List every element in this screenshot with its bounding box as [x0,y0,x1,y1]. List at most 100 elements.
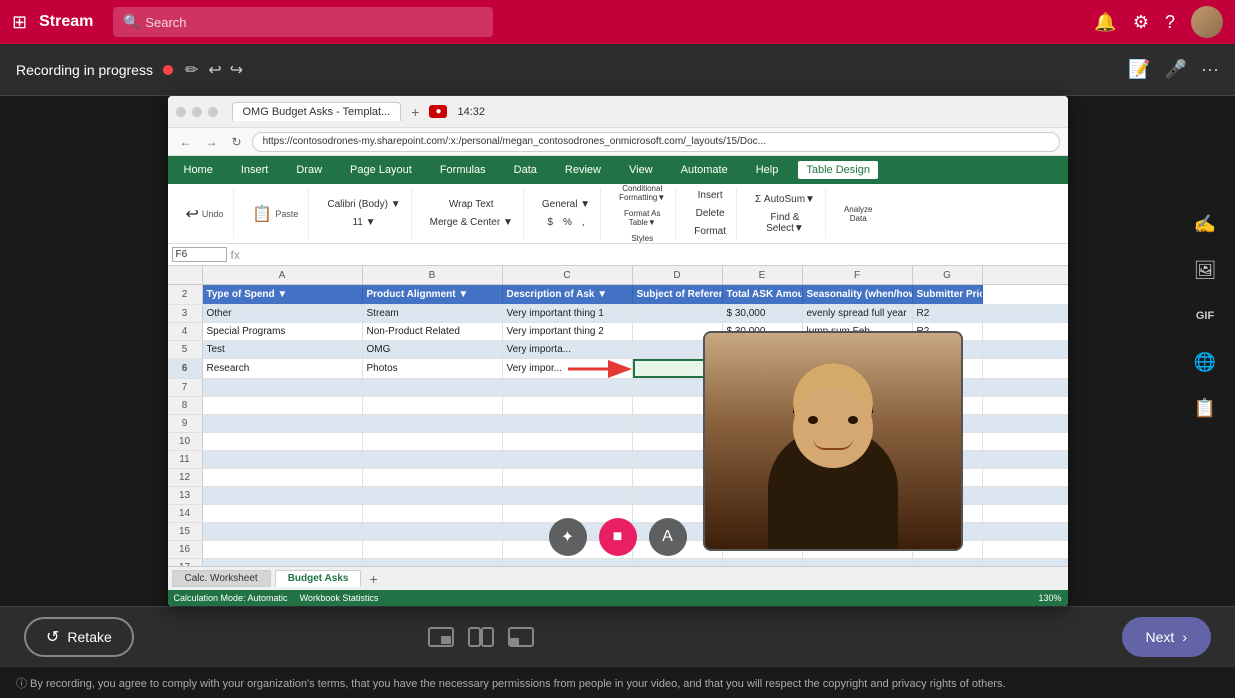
empty-cell-10-c[interactable] [503,433,633,450]
cell-4-type[interactable]: Special Programs [203,323,363,340]
cam-layout-3[interactable] [507,626,535,648]
empty-cell-16-a[interactable] [203,541,363,558]
header-seasonality[interactable]: Seasonality (when/how long) ▼ [803,285,913,304]
cell-5-product[interactable]: OMG [363,341,503,358]
ribbon-tab-insert[interactable]: Insert [233,161,277,179]
ribbon-tab-tabledesign[interactable]: Table Design [798,161,878,179]
cell-6-product[interactable]: Photos [363,359,503,378]
col-header-G[interactable]: G [913,266,983,284]
url-input[interactable] [252,132,1060,152]
cam-layout-2[interactable] [467,626,495,648]
analyze-data-btn[interactable]: AnalyzeData [840,203,876,225]
ribbon-tab-data[interactable]: Data [506,161,545,179]
find-select-btn[interactable]: Find &Select▼ [762,210,808,236]
empty-cell-15-a[interactable] [203,523,363,540]
browser-maximize[interactable] [192,107,202,117]
cam-layout-1[interactable] [427,626,455,648]
number-format[interactable]: General ▼ [538,197,594,212]
empty-cell-9-c[interactable] [503,415,633,432]
sheet-tab-budget[interactable]: Budget Asks [275,570,362,587]
cell-styles-btn[interactable]: Styles [627,232,657,245]
stop-recording-button[interactable]: ■ [599,518,637,556]
empty-cell-16-b[interactable] [363,541,503,558]
cell-3-type[interactable]: Other [203,305,363,322]
browser-tab[interactable]: OMG Budget Asks - Templat... [232,102,402,121]
panel-image-icon[interactable]: 🖼 [1187,252,1223,288]
font-size[interactable]: 11 ▼ [348,215,379,230]
paste-button[interactable]: 📋Paste [248,202,302,226]
currency-btn[interactable]: $ [543,215,557,230]
cell-4-product[interactable]: Non-Product Related [363,323,503,340]
undo-icon[interactable]: ↩ [208,60,221,80]
cell-3-desc[interactable]: Very important thing 1 [503,305,633,322]
empty-cell-10-a[interactable] [203,433,363,450]
header-desc-ask[interactable]: Description of Ask ▼ [503,285,633,304]
more-options-icon[interactable]: ··· [1201,59,1219,80]
wrap-text-button[interactable]: Wrap Text [445,197,498,212]
cell-reference-input[interactable] [172,247,227,262]
font-selector[interactable]: Calibri (Body) ▼ [323,197,404,212]
col-header-D[interactable]: D [633,266,723,284]
status-workbook-stats[interactable]: Workbook Statistics [300,593,379,603]
header-subject-ref[interactable]: Subject of Reference Info (email or othe… [633,285,723,304]
cell-3-ref[interactable] [633,305,723,322]
new-tab-icon[interactable]: + [411,104,419,120]
bell-icon[interactable]: 🔔 [1094,12,1116,33]
empty-cell-12-c[interactable] [503,469,633,486]
search-input[interactable] [113,7,493,37]
ribbon-tab-home[interactable]: Home [176,161,221,179]
panel-sticker-icon[interactable]: 📋 [1187,390,1223,426]
merge-center-button[interactable]: Merge & Center ▼ [426,215,517,230]
percent-btn[interactable]: % [559,215,576,230]
retake-button[interactable]: ↺ Retake [24,617,134,657]
empty-cell-8-a[interactable] [203,397,363,414]
conditional-formatting-btn[interactable]: ConditionalFormatting▼ [615,182,669,204]
empty-cell-13-c[interactable] [503,487,633,504]
empty-cell-7-c[interactable] [503,379,633,396]
panel-pen-icon[interactable]: ✍ [1187,206,1223,242]
header-submitter[interactable]: Submitter Priority ▼ [913,285,983,304]
cell-5-desc[interactable]: Very importa... [503,341,633,358]
grid-icon[interactable]: ⊞ [12,12,27,33]
comma-btn[interactable]: , [578,215,589,230]
empty-cell-9-b[interactable] [363,415,503,432]
ribbon-tab-help[interactable]: Help [748,161,787,179]
ribbon-tab-formulas[interactable]: Formulas [432,161,494,179]
help-icon[interactable]: ? [1165,12,1175,33]
cell-3-product[interactable]: Stream [363,305,503,322]
browser-close-dot[interactable] [208,107,218,117]
empty-cell-11-a[interactable] [203,451,363,468]
ribbon-tab-draw[interactable]: Draw [288,161,330,179]
effects-button[interactable]: ✦ [549,518,587,556]
next-button[interactable]: Next › [1122,617,1211,657]
autosum-btn[interactable]: Σ AutoSum▼ [751,192,819,207]
add-sheet-button[interactable]: + [369,571,377,587]
panel-gif-icon[interactable]: GIF [1187,298,1223,334]
col-header-B[interactable]: B [363,266,503,284]
empty-cell-11-c[interactable] [503,451,633,468]
ribbon-tab-review[interactable]: Review [557,161,609,179]
empty-cell-12-a[interactable] [203,469,363,486]
delete-btn[interactable]: Delete [692,206,729,221]
cell-3-season[interactable]: evenly spread full year [803,305,913,322]
refresh-button[interactable]: ↻ [228,133,246,151]
col-header-C[interactable]: C [503,266,633,284]
header-total-ask[interactable]: Total ASK Amount ▼ [723,285,803,304]
settings-icon[interactable]: ⚙ [1133,12,1149,33]
mic-icon[interactable]: 🎤 [1165,59,1187,80]
col-header-F[interactable]: F [803,266,913,284]
text-overlay-button[interactable]: A [649,518,687,556]
cell-5-type[interactable]: Test [203,341,363,358]
empty-cell-9-a[interactable] [203,415,363,432]
empty-cell-10-b[interactable] [363,433,503,450]
header-type-spend[interactable]: Type of Spend ▼ [203,285,363,304]
back-button[interactable]: ← [176,133,196,151]
avatar[interactable] [1191,6,1223,38]
empty-cell-13-b[interactable] [363,487,503,504]
empty-cell-13-a[interactable] [203,487,363,504]
empty-cell-7-a[interactable] [203,379,363,396]
empty-cell-8-c[interactable] [503,397,633,414]
format-btn[interactable]: Format [690,224,730,239]
col-header-A[interactable]: A [203,266,363,284]
col-header-E[interactable]: E [723,266,803,284]
